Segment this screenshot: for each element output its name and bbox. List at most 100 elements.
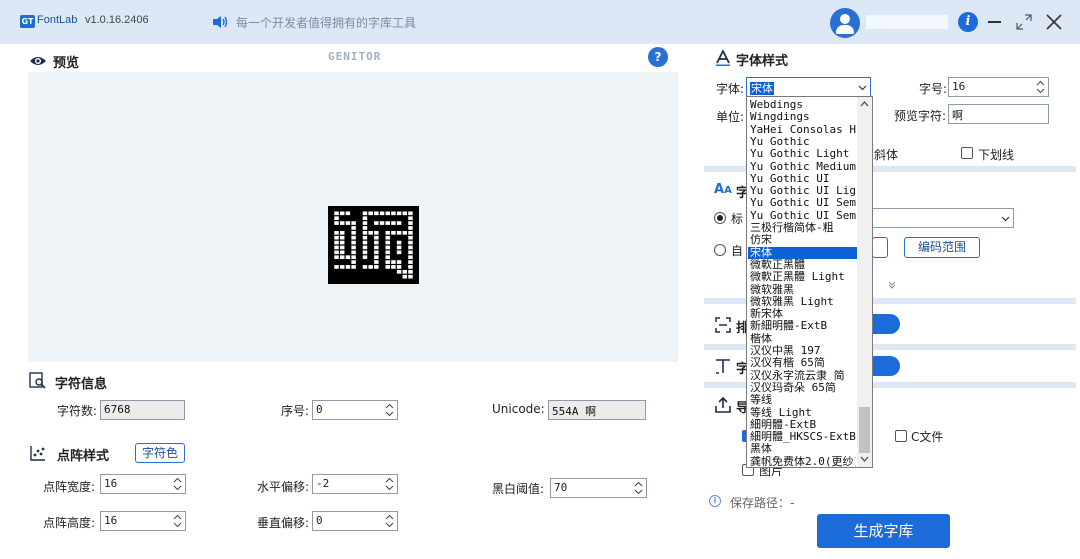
font-option[interactable]: 細明體-ExtB [750,419,856,431]
font-option[interactable]: Yu Gothic UI [750,173,856,185]
font-option[interactable]: 等线 [750,394,856,406]
app-logo: GT [20,15,35,28]
avatar-body [836,25,854,34]
avatar-head [840,14,850,24]
v-offset-stepper[interactable]: 0 [312,511,398,531]
spin-arrows-icon[interactable] [384,513,395,529]
glyph-bitmap [328,206,419,284]
font-option[interactable]: 新細明體-ExtB [750,320,856,332]
char-info-title: 字符信息 [55,377,108,392]
font-option[interactable]: 微軟正黑體 [750,259,856,271]
dot-height-stepper[interactable]: 16 [100,511,186,531]
preview-title: 预览 [53,56,80,71]
size-label: 字号: [919,82,948,96]
standard-radio[interactable] [714,212,726,224]
font-option[interactable]: 龚帆免费体2.0(更纱) [750,456,856,467]
hidden-button[interactable] [872,237,888,258]
dropdown-scroll-thumb[interactable] [859,407,870,453]
close-icon[interactable] [1044,12,1064,32]
font-label: 字体: [716,82,745,96]
font-option[interactable]: 汉仪有楷 65简 [750,357,856,369]
font-option[interactable]: 楷体 [750,333,856,345]
spin-arrows-icon[interactable] [1035,79,1046,95]
dot-height-value: 16 [104,514,118,527]
app-version: v1.0.16.2406 [85,14,149,26]
dot-style-icon [30,446,45,461]
dropdown-scrollbar[interactable] [857,97,872,467]
font-option[interactable]: 等线 Light [750,407,856,419]
font-option[interactable]: 新宋体 [750,308,856,320]
font-option[interactable]: 微软雅黑 [750,284,856,296]
restore-icon[interactable] [1014,12,1034,32]
font-option[interactable]: 微軟正黑體 Light [750,271,856,283]
unicode-field: 554A 啊 [548,400,646,420]
threshold-stepper[interactable]: 70 [550,478,647,498]
avatar[interactable] [830,8,860,38]
h-offset-stepper[interactable]: -2 [312,474,398,494]
font-option[interactable]: Yu Gothic UI Semilight [750,210,856,222]
preview-canvas [28,72,678,362]
font-option[interactable]: 微软雅黑 Light [750,296,856,308]
h-offset-value: -2 [316,477,330,490]
preview-char-field[interactable]: 啊 [948,104,1049,124]
font-dropdown-list[interactable]: WebdingsWingdingsYaHei Consolas HybridYu… [746,96,873,468]
username-redacted [866,15,948,29]
encoding-range-button[interactable]: 编码范围 [904,237,980,258]
scroll-up-icon[interactable] [860,100,869,108]
font-option[interactable]: 汉仪永字流云隶 简 [750,370,856,382]
slogan-text: 每一个开发者值得拥有的字库工具 [236,16,417,30]
font-option[interactable]: 仿宋 [750,234,856,246]
index-stepper[interactable]: 0 [312,400,398,420]
font-option[interactable]: Yu Gothic Light [750,148,856,160]
help-icon[interactable]: ? [648,47,668,67]
minimize-icon[interactable] [988,21,1001,23]
c-file-checkbox[interactable] [895,430,907,442]
font-option[interactable]: 細明體_HKSCS-ExtB [750,431,856,443]
c-file-label: C文件 [911,430,944,444]
spin-arrows-icon[interactable] [172,513,183,529]
scroll-down-icon[interactable] [860,455,869,463]
unit-label: 单位: [716,110,745,124]
expand-icon[interactable] [887,280,897,290]
custom-label: 自 [731,244,744,258]
chevron-down-icon [1001,216,1010,222]
v-offset-label: 垂直偏移: [257,516,310,530]
font-option[interactable]: 黑体 [750,443,856,455]
font-option[interactable]: 宋体 [748,246,857,259]
dot-width-stepper[interactable]: 16 [100,474,186,494]
font-option[interactable]: YaHei Consolas Hybrid [750,124,856,136]
font-option[interactable]: Yu Gothic [750,136,856,148]
font-option[interactable]: Yu Gothic Medium [750,161,856,173]
font-option[interactable]: Yu Gothic UI Light [750,185,856,197]
spin-arrows-icon[interactable] [633,480,644,496]
generate-button[interactable]: 生成字库 [817,514,950,548]
underline-checkbox[interactable] [961,147,973,159]
font-option[interactable]: 三极行楷简体-粗 [750,222,856,234]
dot-height-label: 点阵高度: [43,516,96,530]
char-color-button[interactable]: 字符色 [135,443,185,463]
font-select[interactable]: 宋体 [746,77,871,97]
spin-arrows-icon[interactable] [384,402,395,418]
char-info-icon [29,372,46,389]
v-offset-value: 0 [316,514,323,527]
font-option[interactable]: 汉仪玛奇朵 65简 [750,382,856,394]
preview-char-label: 预览字符: [894,109,947,123]
title-bar: GT FontLab v1.0.16.2406 每一个开发者值得拥有的字库工具 … [0,0,1080,44]
custom-radio[interactable] [714,244,726,256]
font-option[interactable]: Wingdings [750,111,856,123]
info-icon[interactable]: i [958,12,978,32]
spin-arrows-icon[interactable] [172,476,183,492]
charset-select[interactable] [872,208,1014,228]
dot-style-title: 点阵样式 [57,449,110,464]
size-stepper[interactable]: 16 [948,77,1049,97]
italic-label: 斜体 [874,148,899,162]
speaker-icon[interactable] [212,15,228,29]
font-select-value: 宋体 [750,82,774,95]
font-option[interactable]: Yu Gothic UI Semibold [750,197,856,209]
font-option[interactable]: 汉仪中黑 197 [750,345,856,357]
spin-arrows-icon[interactable] [384,476,395,492]
font-option[interactable]: Webdings [750,99,856,111]
dot-width-label: 点阵宽度: [43,480,96,494]
save-path-label: 保存路径：- [730,496,795,510]
layout-icon [715,317,731,333]
